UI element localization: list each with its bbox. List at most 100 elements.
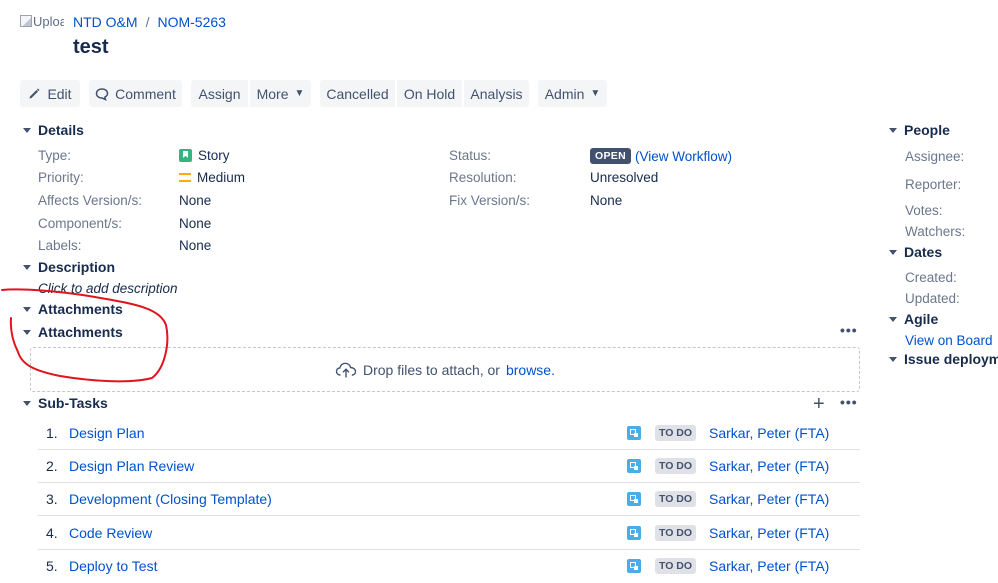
comment-button[interactable]: Comment	[89, 80, 182, 107]
collapse-triangle-icon	[889, 317, 897, 322]
priority-value-text: Medium	[197, 170, 246, 185]
collapse-triangle-icon	[889, 250, 897, 255]
subtask-number: 4.	[46, 525, 58, 541]
labels-label: Labels:	[38, 238, 82, 253]
subtasks-toggle[interactable]: Sub-Tasks	[23, 395, 108, 411]
collapse-triangle-icon	[23, 307, 31, 312]
collapse-triangle-icon	[23, 401, 31, 406]
on-hold-button-label: On Hold	[403, 85, 456, 102]
type-value-text: Story	[198, 148, 230, 163]
subtask-summary-link[interactable]: Development (Closing Template)	[69, 491, 272, 507]
subtask-assignee-link[interactable]: Sarkar, Peter (FTA)	[709, 425, 829, 441]
updated-label: Updated:	[905, 291, 960, 306]
details-toggle[interactable]: Details	[23, 122, 84, 138]
admin-button[interactable]: Admin ▼	[538, 80, 607, 107]
description-heading: Description	[38, 259, 116, 275]
analysis-button[interactable]: Analysis	[464, 80, 529, 107]
edit-button[interactable]: Edit	[20, 80, 80, 107]
subtask-status-lozenge: TO DO	[655, 425, 697, 441]
subtask-number: 1.	[46, 425, 58, 441]
dates-toggle[interactable]: Dates	[889, 244, 942, 260]
component-label: Component/s:	[38, 216, 123, 231]
assign-button[interactable]: Assign	[191, 80, 248, 107]
subtask-row[interactable]: 5. Deploy to Test TO DO Sarkar, Peter (F…	[38, 550, 860, 583]
subtask-summary-link[interactable]: Design Plan	[69, 425, 145, 441]
collapse-triangle-icon	[23, 330, 31, 335]
subtask-status-lozenge: TO DO	[655, 458, 697, 474]
comment-button-label: Comment	[115, 85, 176, 102]
cloud-upload-icon	[335, 362, 357, 377]
details-heading: Details	[38, 122, 84, 138]
labels-value[interactable]: None	[179, 238, 211, 253]
issue-title[interactable]: test	[73, 36, 109, 59]
subtask-summary-link[interactable]: Code Review	[69, 525, 152, 541]
issue-deployment-heading: Issue deploymen	[904, 351, 998, 367]
status-label: Status:	[449, 148, 492, 163]
status-lozenge: OPEN	[590, 148, 631, 164]
cancelled-button[interactable]: Cancelled	[320, 80, 395, 107]
collapse-triangle-icon	[889, 357, 897, 362]
edit-button-label: Edit	[47, 85, 72, 102]
type-value: Story	[179, 148, 230, 163]
subtask-assignee-link[interactable]: Sarkar, Peter (FTA)	[709, 491, 829, 507]
people-toggle[interactable]: People	[889, 122, 950, 138]
attachments-heading-2: Attachments	[38, 324, 123, 340]
attachments-toggle-1[interactable]: Attachments	[23, 301, 123, 317]
reporter-label: Reporter:	[905, 177, 962, 192]
attachment-dropzone[interactable]: Drop files to attach, or browse.	[30, 347, 860, 392]
agile-toggle[interactable]: Agile	[889, 311, 938, 327]
workflow-close-paren: )	[727, 148, 733, 164]
fix-version-value[interactable]: None	[590, 193, 622, 208]
view-workflow-link[interactable]: View Workflow	[639, 149, 727, 164]
subtask-assignee-link[interactable]: Sarkar, Peter (FTA)	[709, 525, 829, 541]
attachments-more-icon[interactable]: •••	[840, 322, 858, 338]
breadcrumb-separator: /	[145, 14, 150, 30]
breadcrumb-issue-key-link[interactable]: NOM-5263	[157, 14, 225, 30]
project-avatar: Uploa	[20, 14, 64, 32]
subtask-type-icon	[627, 459, 641, 473]
subtask-type-icon	[627, 526, 641, 540]
description-placeholder[interactable]: Click to add description	[38, 281, 178, 296]
type-label: Type:	[38, 148, 72, 163]
breadcrumb-project-link[interactable]: NTD O&M	[73, 14, 138, 30]
chevron-down-icon: ▼	[294, 88, 305, 99]
subtask-row[interactable]: 3. Development (Closing Template) TO DO …	[38, 483, 860, 516]
more-button[interactable]: More ▼	[250, 80, 311, 107]
component-value[interactable]: None	[179, 216, 211, 231]
created-label: Created:	[905, 270, 957, 285]
subtask-summary-link[interactable]: Design Plan Review	[69, 458, 194, 474]
subtask-row[interactable]: 2. Design Plan Review TO DO Sarkar, Pete…	[38, 450, 860, 483]
affects-version-value[interactable]: None	[179, 193, 211, 208]
subtask-type-icon	[627, 492, 641, 506]
status-value: OPEN (View Workflow)	[590, 148, 732, 164]
view-on-board-link[interactable]: View on Board	[905, 333, 993, 348]
subtasks-more-icon[interactable]: •••	[840, 394, 858, 410]
agile-heading: Agile	[904, 311, 939, 327]
subtask-status-lozenge: TO DO	[655, 491, 697, 507]
pencil-icon	[29, 88, 40, 99]
subtask-assignee-link[interactable]: Sarkar, Peter (FTA)	[709, 558, 829, 574]
breadcrumb: NTD O&M / NOM-5263	[73, 14, 226, 30]
on-hold-button[interactable]: On Hold	[397, 80, 462, 107]
assignee-label: Assignee:	[905, 149, 965, 164]
attachments-toggle-2[interactable]: Attachments	[23, 324, 123, 340]
dates-heading: Dates	[904, 244, 943, 260]
add-subtask-plus-icon[interactable]: +	[813, 394, 825, 414]
subtask-summary-link[interactable]: Deploy to Test	[69, 558, 157, 574]
browse-link[interactable]: browse.	[506, 362, 555, 378]
subtask-status-lozenge: TO DO	[655, 525, 697, 541]
subtask-row[interactable]: 1. Design Plan TO DO Sarkar, Peter (FTA)	[38, 417, 860, 450]
project-avatar-alt-text: Uploa	[33, 14, 64, 29]
more-button-label: More	[256, 85, 289, 102]
subtask-type-icon	[627, 559, 641, 573]
resolution-label: Resolution:	[449, 170, 517, 185]
people-heading: People	[904, 122, 950, 138]
subtask-assignee-link[interactable]: Sarkar, Peter (FTA)	[709, 458, 829, 474]
priority-medium-icon	[179, 173, 191, 182]
subtask-row[interactable]: 4. Code Review TO DO Sarkar, Peter (FTA)	[38, 517, 860, 550]
admin-button-label: Admin	[544, 85, 585, 102]
subtask-number: 5.	[46, 558, 58, 574]
issue-deployment-toggle[interactable]: Issue deploymen	[889, 351, 998, 367]
priority-label: Priority:	[38, 170, 84, 185]
description-toggle[interactable]: Description	[23, 259, 115, 275]
